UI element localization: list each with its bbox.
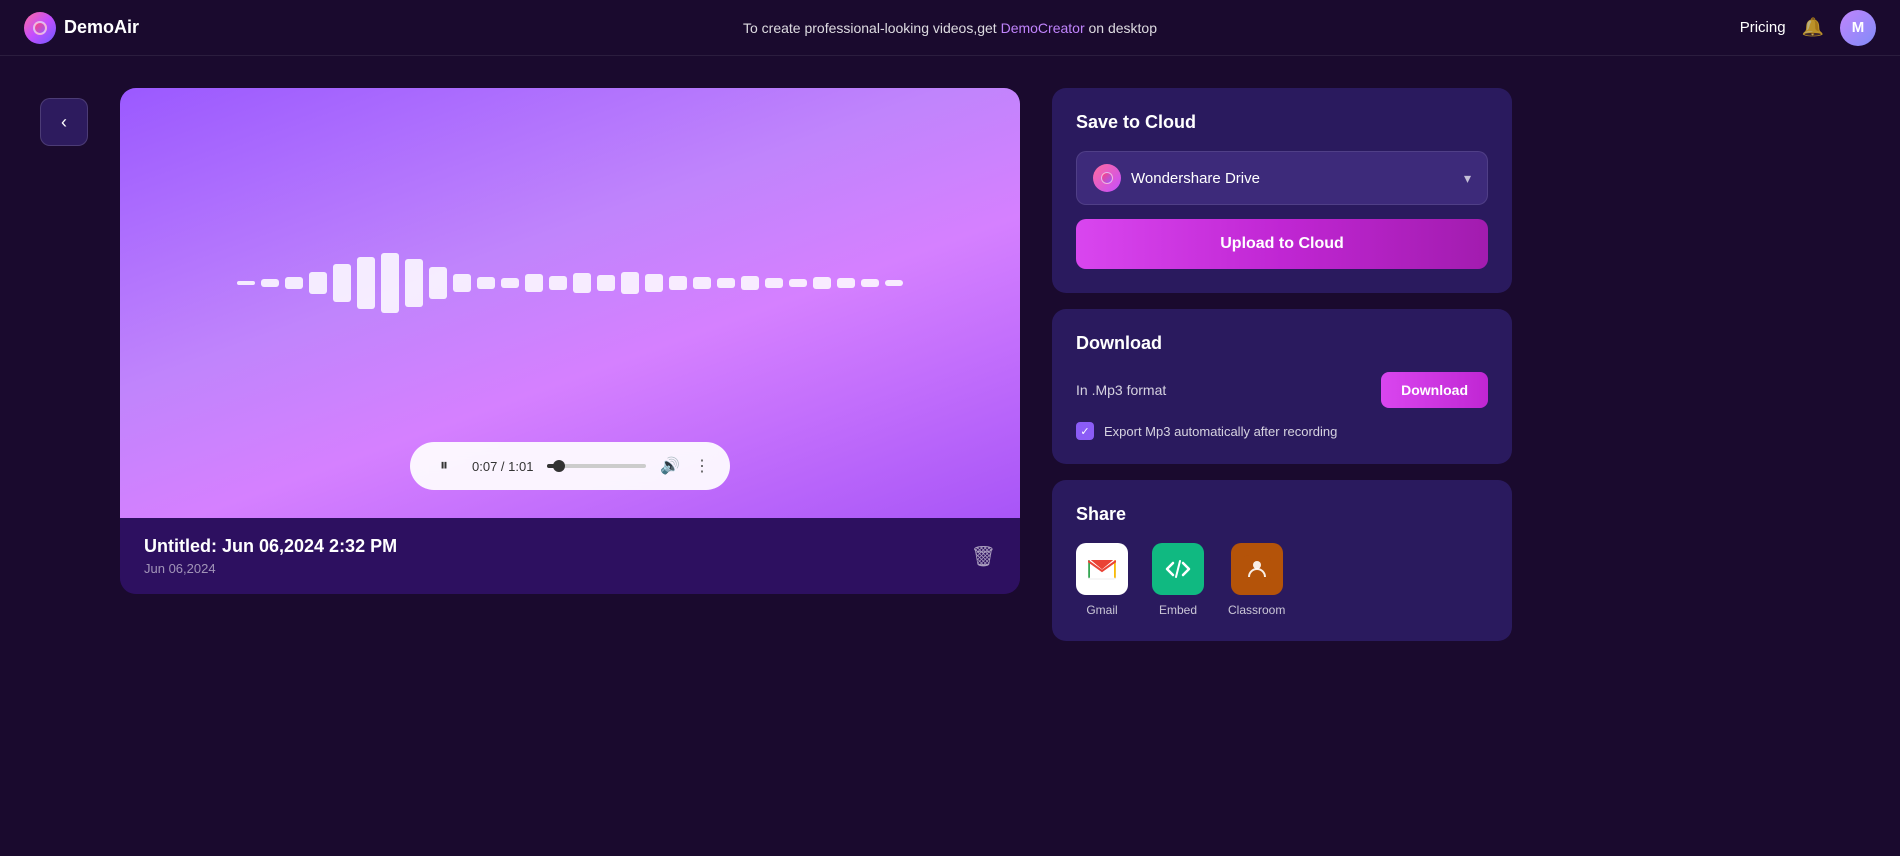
pricing-link[interactable]: Pricing [1740, 19, 1786, 36]
media-panel: ⏸ 0:07 / 1:01 🔊 ⋮ Untitled: Jun 06,2024 … [120, 88, 1020, 594]
logo-icon [24, 12, 56, 44]
waveform-bar [669, 276, 687, 290]
delete-button[interactable]: 🗑 [971, 544, 996, 569]
auto-export-checkbox[interactable]: ✓ [1076, 422, 1094, 440]
waveform-bar [549, 276, 567, 290]
share-title: Share [1076, 504, 1488, 525]
waveform-bar [621, 272, 639, 294]
logo-text: DemoAir [64, 17, 139, 38]
promo-banner: To create professional-looking videos,ge… [743, 20, 1157, 36]
promo-text-before: To create professional-looking videos,ge… [743, 20, 1001, 36]
waveform-bar [477, 277, 495, 289]
waveform-bar [525, 274, 543, 292]
save-to-cloud-title: Save to Cloud [1076, 112, 1488, 133]
upload-to-cloud-button[interactable]: Upload to Cloud [1076, 219, 1488, 269]
waveform-bar [885, 280, 903, 286]
waveform-bar [813, 277, 831, 289]
share-embed[interactable]: Embed [1152, 543, 1204, 617]
media-metadata: Untitled: Jun 06,2024 2:32 PM Jun 06,202… [144, 536, 397, 576]
waveform-bar [597, 275, 615, 291]
pause-button[interactable]: ⏸ [430, 452, 458, 480]
waveform-bar [789, 279, 807, 287]
waveform-bar [357, 257, 375, 309]
cloud-provider-name: Wondershare Drive [1131, 170, 1260, 187]
media-date: Jun 06,2024 [144, 561, 397, 576]
more-options-icon[interactable]: ⋮ [694, 456, 710, 476]
avatar[interactable]: M [1840, 10, 1876, 46]
classroom-label: Classroom [1228, 603, 1285, 617]
share-classroom[interactable]: Classroom [1228, 543, 1285, 617]
format-label: In .Mp3 format [1076, 382, 1166, 398]
waveform-bar [765, 278, 783, 288]
share-card: Share Gmail [1052, 480, 1512, 641]
gmail-icon [1076, 543, 1128, 595]
auto-export-row: ✓ Export Mp3 automatically after recordi… [1076, 422, 1488, 440]
embed-label: Embed [1159, 603, 1197, 617]
back-button[interactable]: ‹ [40, 98, 88, 146]
wondershare-drive-icon [1093, 164, 1121, 192]
progress-thumb [553, 460, 565, 472]
auto-export-label: Export Mp3 automatically after recording [1104, 424, 1337, 439]
cloud-provider-left: Wondershare Drive [1093, 164, 1260, 192]
waveform-bar [837, 278, 855, 288]
waveform-bar [333, 264, 351, 302]
media-display: ⏸ 0:07 / 1:01 🔊 ⋮ [120, 88, 1020, 518]
embed-icon [1152, 543, 1204, 595]
download-button[interactable]: Download [1381, 372, 1488, 408]
promo-text-after: on desktop [1085, 20, 1157, 36]
waveform-bar [237, 281, 255, 285]
waveform-bar [381, 253, 399, 313]
logo: DemoAir [24, 12, 139, 44]
cloud-provider-dropdown[interactable]: Wondershare Drive ▾ [1076, 151, 1488, 205]
waveform-bar [405, 259, 423, 307]
waveform-bar [453, 274, 471, 292]
save-to-cloud-card: Save to Cloud Wondershare Drive ▾ Upload… [1052, 88, 1512, 293]
share-gmail[interactable]: Gmail [1076, 543, 1128, 617]
main-content: ‹ ⏸ 0:07 / 1:01 🔊 ⋮ Untit [0, 56, 1900, 673]
waveform-bar [645, 274, 663, 292]
download-title: Download [1076, 333, 1488, 354]
header-right: Pricing 🔔 M [1740, 10, 1876, 46]
logo-inner-circle [33, 21, 47, 35]
gmail-label: Gmail [1086, 603, 1117, 617]
download-card: Download In .Mp3 format Download ✓ Expor… [1052, 309, 1512, 464]
progress-bar[interactable] [547, 464, 646, 468]
waveform-bar [261, 279, 279, 287]
right-panel: Save to Cloud Wondershare Drive ▾ Upload… [1052, 88, 1512, 641]
democreator-link[interactable]: DemoCreator [1001, 20, 1085, 36]
header: DemoAir To create professional-looking v… [0, 0, 1900, 56]
notification-icon[interactable]: 🔔 [1802, 17, 1824, 38]
time-display: 0:07 / 1:01 [472, 459, 533, 474]
share-icons: Gmail Embed [1076, 543, 1488, 617]
waveform-bar [717, 278, 735, 288]
waveform-bar [741, 276, 759, 290]
checkmark-icon: ✓ [1080, 425, 1089, 438]
chevron-down-icon: ▾ [1464, 170, 1471, 187]
media-controls: ⏸ 0:07 / 1:01 🔊 ⋮ [410, 442, 730, 490]
waveform-bar [693, 277, 711, 289]
waveform-bar [573, 273, 591, 293]
waveform-bar [309, 272, 327, 294]
download-format-row: In .Mp3 format Download [1076, 372, 1488, 408]
waveform-bar [285, 277, 303, 289]
waveform [237, 253, 903, 313]
media-title: Untitled: Jun 06,2024 2:32 PM [144, 536, 397, 557]
waveform-bar [501, 278, 519, 288]
volume-icon[interactable]: 🔊 [660, 456, 680, 476]
media-info: Untitled: Jun 06,2024 2:32 PM Jun 06,202… [120, 518, 1020, 594]
classroom-icon [1231, 543, 1283, 595]
waveform-bar [861, 279, 879, 287]
waveform-bar [429, 267, 447, 299]
